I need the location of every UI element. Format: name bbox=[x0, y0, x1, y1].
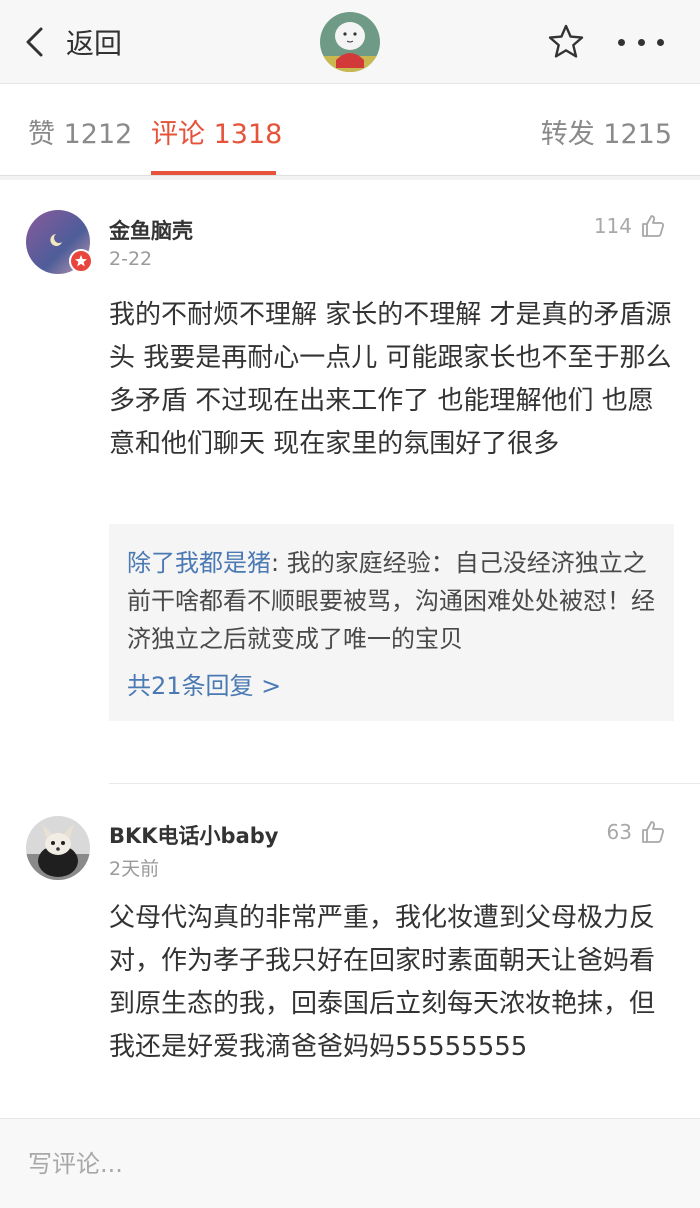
tab-likes[interactable]: 赞 1212 bbox=[28, 112, 132, 151]
comment-input-bar bbox=[0, 1118, 700, 1208]
favorite-star-button[interactable] bbox=[546, 22, 586, 62]
comment-time: 2-22 bbox=[109, 248, 153, 270]
interaction-tabs: 赞 1212 评论 1318 转发 1215 bbox=[0, 84, 700, 176]
like-count: 114 bbox=[593, 214, 632, 238]
active-tab-indicator bbox=[151, 171, 276, 175]
more-dot-icon bbox=[618, 38, 625, 46]
star-badge-icon bbox=[75, 255, 87, 267]
comment-text: 我的不耐烦不理解 家长的不理解 才是真的矛盾源头 我要是再耐心一点儿 可能跟家长… bbox=[109, 300, 672, 459]
tab-reposts[interactable]: 转发 1215 bbox=[541, 112, 672, 151]
comment-text: 父母代沟真的非常严重，我化妆遭到父母极力反对，作为孝子我只好在回家时素面朝天让爸… bbox=[109, 903, 656, 1062]
section-gap bbox=[0, 176, 700, 180]
thumbs-up-icon bbox=[642, 821, 665, 843]
comment-time: 2天前 bbox=[109, 858, 160, 880]
avatar[interactable] bbox=[26, 816, 90, 880]
star-icon bbox=[548, 24, 584, 58]
like-button[interactable]: 63 bbox=[607, 819, 666, 845]
comment-author[interactable]: BKK电话小baby bbox=[109, 820, 278, 850]
reply-author-link[interactable]: 除了我都是猪 bbox=[127, 549, 271, 577]
comment-input[interactable] bbox=[0, 1119, 700, 1208]
view-all-replies-link[interactable]: 共21条回复 > bbox=[127, 666, 656, 701]
thumbs-up-icon bbox=[642, 215, 665, 237]
chevron-left-icon bbox=[26, 27, 43, 57]
back-label: 返回 bbox=[66, 27, 123, 60]
divider bbox=[109, 783, 700, 784]
comment-author[interactable]: 金鱼脑壳 bbox=[109, 215, 193, 245]
more-dot-icon bbox=[637, 38, 645, 46]
more-options-button[interactable] bbox=[618, 22, 664, 62]
reply-preview[interactable]: 除了我都是猪: 我的家庭经验：自己没经济独立之前干啥都看不顺眼要被骂，沟通困难处… bbox=[109, 524, 674, 721]
tab-comments[interactable]: 评论 1318 bbox=[151, 112, 282, 151]
like-count: 63 bbox=[606, 820, 632, 844]
verified-badge bbox=[69, 249, 93, 273]
more-dot-icon bbox=[657, 38, 664, 46]
reply-text-line: 除了我都是猪: 我的家庭经验：自己没经济独立之前干啥都看不顺眼要被骂，沟通困难处… bbox=[127, 544, 656, 658]
top-navigation-bar: 返回 bbox=[0, 0, 700, 84]
back-button[interactable]: 返回 bbox=[22, 20, 122, 64]
post-author-avatar[interactable] bbox=[320, 12, 380, 72]
like-button[interactable]: 114 bbox=[594, 213, 666, 239]
